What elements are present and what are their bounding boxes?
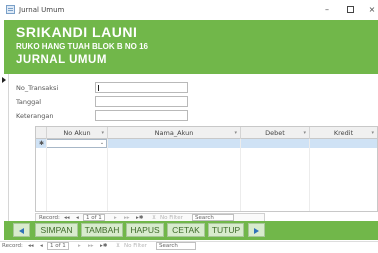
column-header-debet[interactable]: Debet ▾: [240, 127, 309, 139]
filter-status[interactable]: No Filter: [124, 242, 147, 251]
last-record-button[interactable]: ▸▸: [88, 242, 94, 251]
tanggal-label: Tanggal: [16, 98, 42, 106]
grid-divider: [107, 139, 108, 211]
company-name: SRIKANDI LAUNI: [16, 24, 138, 40]
cetak-button[interactable]: CETAK: [167, 223, 205, 237]
column-header-no-akun[interactable]: No Akun ▾: [46, 127, 107, 139]
tambah-button[interactable]: TAMBAH: [81, 223, 123, 237]
record-selector[interactable]: [0, 74, 9, 235]
sort-dropdown-icon[interactable]: ▾: [303, 127, 306, 139]
column-label: Debet: [265, 129, 285, 137]
sort-dropdown-icon[interactable]: ▾: [101, 127, 104, 139]
action-button-bar: SIMPAN TAMBAH HAPUS CETAK TUTUP: [4, 221, 378, 240]
column-label: Kredit: [333, 129, 354, 137]
no-transaksi-label: No_Transaksi: [16, 84, 59, 92]
maximize-button[interactable]: [343, 3, 357, 16]
chevron-down-icon[interactable]: ⌄: [98, 140, 106, 147]
form-title: JURNAL UMUM: [16, 54, 107, 66]
form-body: No_Transaksi Tanggal Keterangan No Akun …: [9, 74, 378, 235]
form-icon: [6, 5, 15, 14]
grid-divider: [240, 139, 241, 211]
no-transaksi-input[interactable]: [96, 83, 187, 92]
close-button[interactable]: ×: [366, 3, 378, 16]
no-akun-combo[interactable]: ⌄: [46, 139, 107, 148]
sort-dropdown-icon[interactable]: ▾: [234, 127, 237, 139]
main-record-navigator: Record: ◂◂ ◂ 1 of 1 ▸ ▸▸ ▸✱ ⊻ No Filter …: [0, 241, 378, 251]
hapus-button[interactable]: HAPUS: [126, 223, 164, 237]
window-titlebar: Jurnal Umum – ×: [0, 0, 378, 20]
current-record-field[interactable]: 1 of 1: [47, 242, 69, 250]
simpan-button[interactable]: SIMPAN: [35, 223, 78, 237]
arrow-left-icon: [19, 227, 24, 234]
tutup-button[interactable]: TUTUP: [208, 223, 244, 237]
form-header: SRIKANDI LAUNI RUKO HANG TUAH BLOK B NO …: [4, 20, 378, 74]
search-field[interactable]: Search: [156, 242, 196, 250]
minimize-button[interactable]: –: [320, 3, 334, 16]
arrow-right-icon: [254, 227, 259, 234]
current-record-arrow-icon: [2, 77, 6, 83]
new-record-button[interactable]: ▸✱: [100, 242, 107, 251]
keterangan-input[interactable]: [96, 111, 187, 120]
tanggal-input[interactable]: [96, 97, 187, 106]
keterangan-label: Keterangan: [16, 112, 54, 120]
grid-header: No Akun ▾ Nama_Akun ▾ Debet ▾ Kredit ▾: [36, 127, 377, 139]
column-header-nama-akun[interactable]: Nama_Akun ▾: [107, 127, 240, 139]
first-record-button[interactable]: ◂◂: [28, 242, 34, 251]
company-address: RUKO HANG TUAH BLOK B NO 16: [16, 42, 149, 51]
current-record-field[interactable]: 1 of 1: [83, 214, 105, 221]
keterangan-field[interactable]: [95, 110, 188, 121]
window-title: Jurnal Umum: [19, 6, 65, 14]
maximize-icon: [346, 6, 354, 13]
sort-dropdown-icon[interactable]: ▾: [371, 127, 374, 139]
no-transaksi-field[interactable]: [95, 82, 188, 93]
new-record-row[interactable]: ✱ ⌄: [36, 139, 377, 148]
previous-button[interactable]: [13, 223, 30, 237]
filter-icon: ⊻: [116, 243, 121, 249]
record-label: Record:: [2, 243, 23, 249]
search-field[interactable]: Search: [192, 214, 234, 221]
column-header-kredit[interactable]: Kredit ▾: [309, 127, 377, 139]
column-label: No Akun: [63, 129, 91, 137]
next-button[interactable]: [248, 223, 265, 237]
next-record-button[interactable]: ▸: [78, 242, 81, 251]
tanggal-field[interactable]: [95, 96, 188, 107]
grid-divider: [309, 139, 310, 211]
grid-divider: [46, 139, 47, 211]
column-label: Nama_Akun: [154, 129, 194, 137]
previous-record-button[interactable]: ◂: [40, 242, 43, 251]
new-record-icon: ✱: [39, 140, 45, 147]
journal-detail-grid: No Akun ▾ Nama_Akun ▾ Debet ▾ Kredit ▾ ✱…: [35, 126, 378, 212]
